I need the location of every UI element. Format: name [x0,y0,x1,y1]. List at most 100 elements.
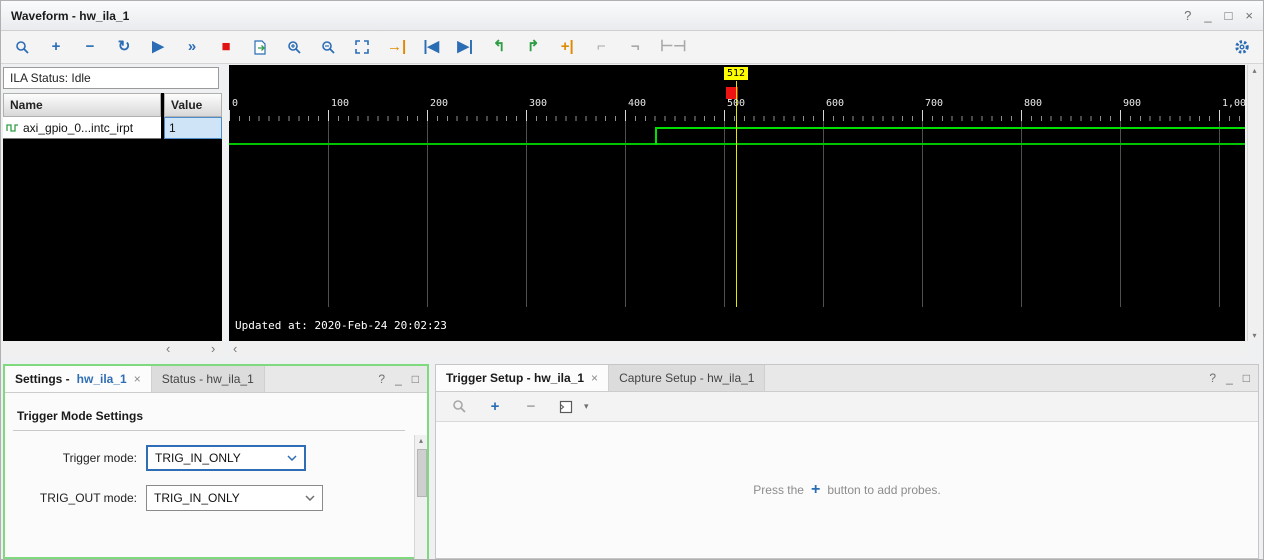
signal-value-column: Value 1 [164,93,222,341]
trig-out-mode-label: TRIG_OUT mode: [39,491,137,505]
goto-trigger-icon[interactable]: →| [387,38,406,56]
run-trigger-immediate-icon[interactable]: » [183,38,201,56]
trig-out-mode-row: TRIG_OUT mode: TRIG_IN_ONLY [5,485,427,511]
settings-panel-controls: ? _ □ [378,366,427,392]
remove-icon[interactable]: − [81,38,99,56]
tab-status[interactable]: Status - hw_ila_1 [151,366,265,392]
tab-close-icon[interactable]: × [134,372,141,386]
trigger-empty-state: Press the + button to add probes. [436,422,1258,558]
add-icon[interactable]: + [47,38,65,56]
ruler-tick [1219,110,1220,121]
settings-tabbar: Settings - hw_ila_1 × Status - hw_ila_1 … [5,366,427,393]
stop-trigger-icon[interactable]: ■ [217,38,235,56]
ruler-tick [823,110,824,121]
scrollbar-thumb[interactable] [417,449,427,497]
add-probe-inline-icon[interactable]: + [811,481,820,499]
tab-close-icon[interactable]: × [591,371,598,385]
ruler-tick-label: 200 [430,98,449,109]
cursor-label[interactable]: 512 [724,67,749,80]
export-data-icon[interactable] [251,38,269,56]
waveform-vscrollbar[interactable]: ▴ ▾ [1247,65,1261,341]
maximize-icon[interactable]: □ [1225,8,1233,23]
search-icon[interactable] [13,38,31,56]
run-trigger-icon[interactable]: ▶ [149,38,167,56]
tab-settings[interactable]: Settings - hw_ila_1 × [5,366,152,392]
cursor-line[interactable] [736,81,737,307]
maximize-icon[interactable]: □ [412,372,419,386]
wave-canvas[interactable]: 512 Updated at: 2020-Feb-24 20:02:23 0 10… [229,65,1245,341]
ruler-tick-label: 600 [826,98,845,109]
name-column-header[interactable]: Name [3,93,161,117]
titlebar: Waveform - hw_ila_1 ? _ □ × [1,1,1263,31]
trig-out-mode-select[interactable]: TRIG_IN_ONLY [146,485,323,511]
next-transition-icon[interactable]: ▶| [456,38,474,56]
signal-wave-icon [6,122,19,133]
updated-timestamp: Updated at: 2020-Feb-24 20:02:23 [235,319,447,332]
help-icon[interactable]: ? [378,372,385,386]
trigger-mode-select[interactable]: TRIG_IN_ONLY [146,445,306,471]
ruler-tick [724,110,725,121]
add-marker-icon[interactable]: +| [558,38,576,56]
signal-high-segment [655,127,1245,129]
grid-line [625,121,626,307]
zoom-fit-icon[interactable] [353,38,371,56]
tab-capture-setup[interactable]: Capture Setup - hw_ila_1 [609,365,766,391]
minimize-icon[interactable]: _ [395,372,402,386]
waveform-hscrollbar[interactable]: ‹ [229,341,1245,357]
signal-value-cell[interactable]: 1 [164,117,222,139]
trigger-condition-icon[interactable] [558,398,576,416]
maximize-icon[interactable]: □ [1243,371,1250,385]
prev-transition-icon[interactable]: |◀ [422,38,440,56]
zoom-out-icon[interactable] [319,38,337,56]
grid-line [427,121,428,307]
restart-trigger-icon[interactable]: ↻ [115,38,133,56]
next-marker-icon[interactable]: ¬ [626,38,644,56]
ruler-tick-label: 300 [529,98,548,109]
grid-line [922,121,923,307]
grid-line [1021,121,1022,307]
help-icon[interactable]: ? [1209,371,1216,385]
minimize-icon[interactable]: _ [1226,371,1233,385]
settings-panel: Settings - hw_ila_1 × Status - hw_ila_1 … [3,364,429,559]
grid-line [526,121,527,307]
scroll-down-icon[interactable]: ▾ [1248,331,1261,340]
minimize-icon[interactable]: _ [1204,8,1211,23]
add-probe-icon[interactable]: + [486,398,504,416]
ruler-tick [1120,110,1121,121]
chevron-down-icon[interactable]: ▾ [584,401,589,412]
trigger-tabbar: Trigger Setup - hw_ila_1 × Capture Setup… [436,365,1258,392]
scroll-up-icon[interactable]: ▴ [1248,66,1261,75]
search-probes-icon[interactable] [450,398,468,416]
grid-line [823,121,824,307]
signal-row[interactable]: axi_gpio_0...intc_irpt [3,117,161,139]
signal-name: axi_gpio_0...intc_irpt [23,120,134,135]
jump-left-icon[interactable]: ↰ [490,38,508,56]
settings-vscrollbar[interactable]: ▴ ▾ [414,435,427,559]
value-column-header[interactable]: Value [164,93,222,117]
ruler-tick-label: 800 [1024,98,1043,109]
close-icon[interactable]: × [1245,8,1253,23]
scroll-up-icon[interactable]: ▴ [415,436,427,445]
tab-trigger-setup[interactable]: Trigger Setup - hw_ila_1 × [436,365,610,391]
trig-out-mode-value: TRIG_IN_ONLY [154,491,240,505]
settings-gear-icon[interactable] [1233,38,1251,56]
tab-settings-prefix: Settings - [15,372,70,386]
tab-capture-setup-label: Capture Setup - hw_ila_1 [619,371,755,385]
jump-right-icon[interactable]: ↱ [524,38,542,56]
trigger-mode-settings-heading: Trigger Mode Settings [17,409,144,423]
trigger-panel-controls: ? _ □ [1209,365,1258,391]
remove-probe-icon[interactable]: − [522,398,540,416]
scroll-left-icon[interactable]: ‹ [233,341,237,356]
ruler-tick-label: 0 [232,98,239,109]
scroll-left-icon[interactable]: ‹ [166,341,170,356]
settings-content: Trigger Mode Settings Trigger mode: TRIG… [5,409,427,559]
prev-marker-icon[interactable]: ⌐ [592,38,610,56]
chevron-down-icon [287,455,297,461]
name-column-hscrollbar[interactable]: ‹ › [3,341,222,357]
zoom-in-icon[interactable] [285,38,303,56]
ruler-tick [526,110,527,121]
ruler-tick-label: 1,00 [1222,98,1245,109]
scroll-right-icon[interactable]: › [211,341,215,356]
help-icon[interactable]: ? [1184,8,1191,23]
snap-to-transition-icon[interactable]: ⊢⊣ [660,38,686,56]
